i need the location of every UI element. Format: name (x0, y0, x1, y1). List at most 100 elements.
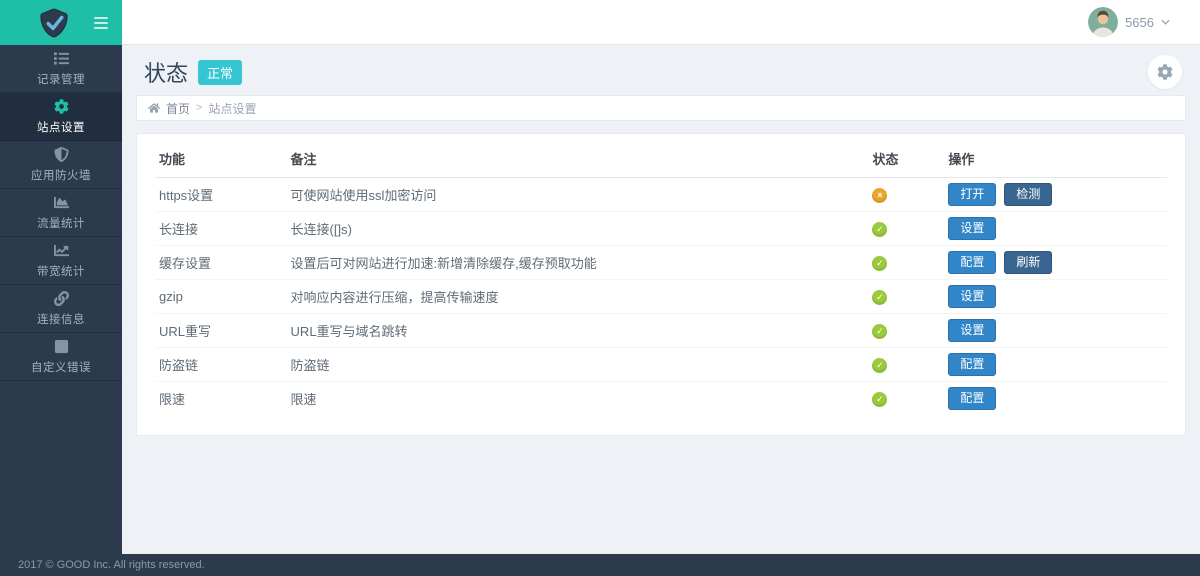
brand (0, 0, 122, 45)
remark-cell: 设置后可对网站进行加速:新增清除缓存,缓存预取功能 (287, 246, 869, 280)
sidebar: 记录管理 站点设置 应用防火墙 流量统计 带宽统计 连接信息 自定义错误 (0, 0, 122, 554)
shield-logo-icon (40, 8, 68, 38)
actions-cell: 配置 (944, 348, 1167, 382)
link-icon (54, 291, 69, 306)
refresh-button[interactable]: 刷新 (1004, 251, 1052, 274)
col-header-feature: 功能 (155, 138, 287, 178)
app-root: 记录管理 站点设置 应用防火墙 流量统计 带宽统计 连接信息 自定义错误 (0, 0, 1200, 554)
settings-button[interactable]: 设置 (948, 319, 996, 342)
table-row: https设置 可使网站使用ssl加密访问 × 打开检测 (155, 178, 1167, 212)
settings-button[interactable]: 设置 (948, 285, 996, 308)
sidebar-nav: 记录管理 站点设置 应用防火墙 流量统计 带宽统计 连接信息 自定义错误 (0, 45, 122, 381)
chevron-down-icon (1161, 19, 1170, 25)
table-row: 防盗链 防盗链 ✓ 配置 (155, 348, 1167, 382)
username: 5656 (1125, 15, 1154, 30)
feature-cell: URL重写 (155, 314, 287, 348)
settings-button[interactable]: 设置 (948, 217, 996, 240)
remark-cell: 限速 (287, 382, 869, 416)
status-ok-icon: ✓ (872, 358, 887, 373)
sidebar-item-app-firewall[interactable]: 应用防火墙 (0, 141, 122, 189)
feature-cell: https设置 (155, 178, 287, 212)
menu-toggle-icon[interactable] (92, 13, 110, 33)
sidebar-item-traffic-stats[interactable]: 流量统计 (0, 189, 122, 237)
actions-cell: 设置 (944, 280, 1167, 314)
sidebar-item-label: 记录管理 (37, 71, 85, 87)
sidebar-item-label: 自定义错误 (31, 359, 91, 375)
user-avatar (1088, 7, 1118, 37)
configure-button[interactable]: 配置 (948, 353, 996, 376)
open-button[interactable]: 打开 (948, 183, 996, 206)
status-cell: × (868, 178, 944, 212)
col-header-remark: 备注 (287, 138, 869, 178)
configure-button[interactable]: 配置 (948, 387, 996, 410)
status-ok-icon: ✓ (872, 256, 887, 271)
configure-button[interactable]: 配置 (948, 251, 996, 274)
remark-cell: 防盗链 (287, 348, 869, 382)
status-ok-icon: ✓ (872, 392, 887, 407)
status-ok-icon: ✓ (872, 222, 887, 237)
sidebar-item-label: 应用防火墙 (31, 167, 91, 183)
remark-cell: URL重写与域名跳转 (287, 314, 869, 348)
table-row: 缓存设置 设置后可对网站进行加速:新增清除缓存,缓存预取功能 ✓ 配置刷新 (155, 246, 1167, 280)
feature-cell: gzip (155, 280, 287, 314)
feature-cell: 限速 (155, 382, 287, 416)
actions-cell: 配置刷新 (944, 246, 1167, 280)
sidebar-item-site-settings[interactable]: 站点设置 (0, 93, 122, 141)
actions-cell: 配置 (944, 382, 1167, 416)
status-badge: 正常 (198, 60, 242, 85)
status-cell: ✓ (868, 212, 944, 246)
status-ok-icon: ✓ (872, 324, 887, 339)
status-ok-icon: ✓ (872, 290, 887, 305)
main-area: 5656 状态 正常 首页 > 站点设置 (122, 0, 1200, 554)
sidebar-item-connection-info[interactable]: 连接信息 (0, 285, 122, 333)
list-icon (54, 51, 69, 66)
features-table: 功能 备注 状态 操作 https设置 可使网站使用ssl加密访问 × 打开检测… (155, 138, 1167, 415)
content: 状态 正常 首页 > 站点设置 功能 (122, 45, 1200, 554)
status-cell: ✓ (868, 382, 944, 416)
gear-icon (54, 99, 69, 114)
line-chart-icon (54, 243, 69, 258)
status-cell: ✓ (868, 348, 944, 382)
remark-cell: 对响应内容进行压缩，提高传输速度 (287, 280, 869, 314)
detect-button[interactable]: 检测 (1004, 183, 1052, 206)
home-icon[interactable] (148, 102, 160, 114)
plus-square-icon (54, 339, 69, 354)
shield-icon (54, 147, 69, 162)
breadcrumb-home-link[interactable]: 首页 (166, 100, 190, 117)
feature-cell: 防盗链 (155, 348, 287, 382)
remark-cell: 长连接([]s) (287, 212, 869, 246)
feature-cell: 长连接 (155, 212, 287, 246)
table-row: 限速 限速 ✓ 配置 (155, 382, 1167, 416)
sidebar-item-label: 流量统计 (37, 215, 85, 231)
status-cell: ✓ (868, 246, 944, 280)
sidebar-item-custom-errors[interactable]: 自定义错误 (0, 333, 122, 381)
breadcrumb-separator: > (196, 102, 202, 114)
sidebar-item-records-management[interactable]: 记录管理 (0, 45, 122, 93)
footer: 2017 © GOOD Inc. All rights reserved. (0, 554, 1200, 576)
actions-cell: 设置 (944, 314, 1167, 348)
table-row: URL重写 URL重写与域名跳转 ✓ 设置 (155, 314, 1167, 348)
breadcrumb-current: 站点设置 (208, 100, 256, 117)
area-chart-icon (54, 195, 69, 210)
actions-cell: 打开检测 (944, 178, 1167, 212)
col-header-actions: 操作 (944, 138, 1167, 178)
table-row: 长连接 长连接([]s) ✓ 设置 (155, 212, 1167, 246)
sidebar-item-bandwidth-stats[interactable]: 带宽统计 (0, 237, 122, 285)
remark-cell: 可使网站使用ssl加密访问 (287, 178, 869, 212)
sidebar-item-label: 站点设置 (37, 119, 85, 135)
sidebar-item-label: 连接信息 (37, 311, 85, 327)
status-cell: ✓ (868, 314, 944, 348)
settings-table-card: 功能 备注 状态 操作 https设置 可使网站使用ssl加密访问 × 打开检测… (136, 133, 1186, 436)
page-header: 状态 正常 (136, 51, 1186, 93)
sidebar-item-label: 带宽统计 (37, 263, 85, 279)
user-menu[interactable]: 5656 (1088, 7, 1170, 37)
copyright-text: 2017 © GOOD Inc. All rights reserved. (18, 559, 205, 571)
topbar: 5656 (122, 0, 1200, 45)
feature-cell: 缓存设置 (155, 246, 287, 280)
status-off-icon: × (872, 188, 887, 203)
table-row: gzip 对响应内容进行压缩，提高传输速度 ✓ 设置 (155, 280, 1167, 314)
status-cell: ✓ (868, 280, 944, 314)
settings-gear-button[interactable] (1148, 55, 1182, 89)
actions-cell: 设置 (944, 212, 1167, 246)
page-title: 状态 (144, 56, 188, 88)
